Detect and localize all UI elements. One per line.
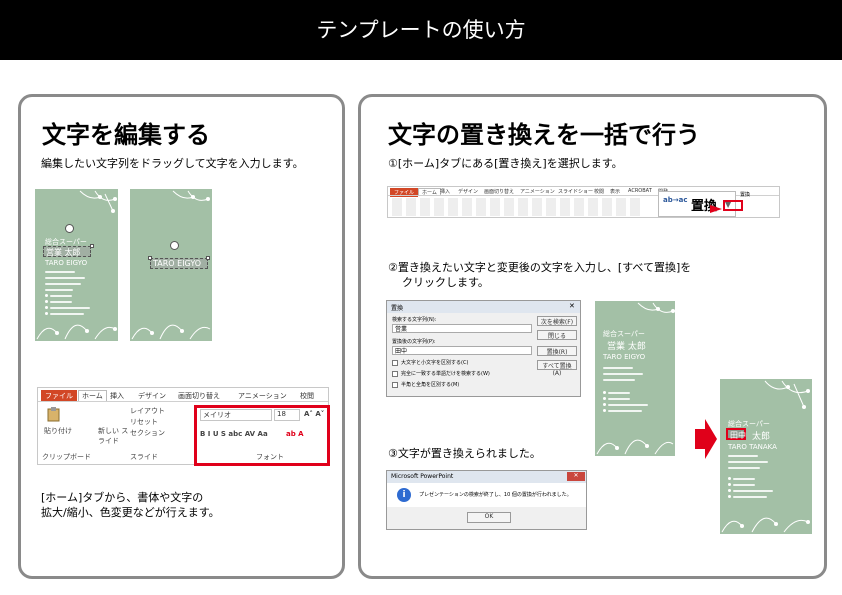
tab-design[interactable]: デザイン — [458, 188, 478, 195]
find-input[interactable] — [392, 324, 532, 333]
paste-button[interactable]: 貼り付け — [44, 426, 72, 436]
tab-animations[interactable]: アニメーション — [238, 391, 287, 401]
floral-decoration-icon — [36, 324, 117, 340]
message-box: Microsoft PowerPoint ✕ i プレゼンテーションの検索が終了… — [386, 470, 587, 530]
tab-slideshow[interactable]: スライドショー — [558, 188, 593, 195]
dialog-titlebar — [387, 301, 580, 313]
highlight-font-group — [194, 405, 330, 466]
tab-transitions[interactable]: 画面切り替え — [178, 391, 220, 401]
rotate-handle[interactable] — [170, 241, 179, 250]
note-line-2: 拡大/縮小、色変更などが行えます。 — [41, 506, 220, 519]
find-next-button[interactable]: 次を検索(F) — [537, 316, 577, 326]
selected-name-text[interactable]: 営業 太郎 — [43, 246, 91, 257]
tab-transitions[interactable]: 画面切り替え — [484, 188, 514, 195]
info-icon: i — [397, 488, 411, 502]
instruction-edit-text: 編集したい文字列をドラッグして文字を入力します。 — [41, 157, 304, 170]
step-3: ③文字が置き換えられました。 — [388, 447, 541, 460]
resize-handle[interactable] — [148, 256, 152, 260]
heading-replace-text: 文字の置き換えを一括で行う — [388, 121, 700, 149]
replace-input[interactable] — [392, 346, 532, 355]
rotate-handle[interactable] — [65, 224, 74, 233]
page-title: テンプレートの使い方 — [316, 18, 526, 42]
match-case-label: 大文字と小文字を区別する(C) — [401, 360, 469, 366]
step-2-line-1: ②置き換えたい文字と変更後の文字を入力し、[すべて置換]を — [388, 261, 692, 274]
card-dept: 総合スーパー — [603, 330, 645, 338]
card-roman: TARO EIGYO — [603, 353, 646, 361]
heading-edit-text: 文字を編集する — [42, 121, 210, 149]
tab-review[interactable]: 校閲 — [300, 391, 314, 401]
resize-handle[interactable] — [90, 244, 94, 248]
selected-roman-text[interactable]: TARO EIGYO — [150, 258, 208, 269]
card-name: 営業 太郎 — [607, 342, 646, 352]
tab-animations[interactable]: アニメーション — [520, 188, 555, 195]
business-card-editing-roman[interactable]: TARO EIGYO — [130, 189, 212, 341]
msgbox-title: Microsoft PowerPoint — [391, 473, 454, 480]
match-case-checkbox[interactable] — [392, 360, 398, 366]
tab-acrobat[interactable]: ACROBAT — [628, 188, 652, 194]
floral-decoration-icon — [637, 302, 675, 313]
dialog-title: 置換 — [391, 305, 404, 312]
floral-decoration-icon — [172, 190, 210, 201]
arrow-right-icon — [695, 419, 717, 459]
card-name-roman: TARO EIGYO — [45, 259, 88, 267]
find-label: 検索する文字列(N): — [392, 317, 437, 323]
card-name-rest: 太郎 — [752, 432, 771, 442]
replace-all-button[interactable]: すべて置換(A) — [537, 360, 577, 377]
paste-icon[interactable] — [46, 406, 62, 422]
business-card-before: 総合スーパー 営業 太郎 TARO EIGYO — [595, 301, 675, 456]
close-icon[interactable]: ✕ — [567, 472, 585, 481]
step-1: ①[ホーム]タブにある[置き換え]を選択します。 — [388, 157, 623, 170]
width-checkbox[interactable] — [392, 382, 398, 388]
note-line-1: [ホーム]タブから、書体や文字の — [41, 491, 204, 504]
panel-replace-text: 文字の置き換えを一括で行う ①[ホーム]タブにある[置き換え]を選択します。 フ… — [358, 94, 827, 579]
tab-view[interactable]: 表示 — [610, 188, 620, 195]
replace-dialog-button[interactable]: 置換(R) — [537, 346, 577, 356]
replace-icon: ab→ac — [663, 196, 688, 204]
replace-dialog: 置換 ✕ 検索する文字列(N): 置換後の文字列(P): 次を検索(F) 閉じる… — [386, 300, 581, 397]
group-clipboard: クリップボード — [42, 453, 91, 461]
ribbon-controls — [392, 198, 642, 216]
replace-label: 置換後の文字列(P): — [392, 339, 436, 345]
floral-decoration-icon — [79, 190, 117, 213]
resize-handle[interactable] — [206, 256, 210, 260]
group-slides: スライド — [130, 453, 158, 461]
floral-decoration-icon — [764, 380, 810, 409]
tab-insert[interactable]: 挿入 — [110, 391, 124, 401]
title-bar: テンプレートの使い方 — [0, 0, 842, 60]
ok-button[interactable]: OK — [467, 512, 511, 523]
arrow-right-icon — [710, 205, 722, 213]
highlight-replace-menu — [723, 200, 743, 211]
card-roman: TARO TANAKA — [728, 443, 777, 451]
step-2-line-2: クリックします。 — [402, 276, 489, 289]
layout-button[interactable]: レイアウト — [130, 406, 165, 416]
replace-menu-item[interactable]: 置換 — [740, 191, 750, 198]
msgbox-message: プレゼンテーションの検索が終了し、10 個の置換が行われました。 — [419, 492, 572, 498]
width-label: 半角と全角を区別する(M) — [401, 382, 460, 388]
close-icon[interactable]: ✕ — [569, 302, 575, 310]
tab-design[interactable]: デザイン — [138, 391, 166, 401]
panel-edit-text: 文字を編集する 編集したい文字列をドラッグして文字を入力します。 総合スーパー … — [18, 94, 345, 579]
whole-word-label: 完全に一致する単語だけを検索する(W) — [401, 371, 490, 377]
floral-decoration-icon — [721, 517, 810, 533]
new-slide-button[interactable]: 新しい スライド — [98, 426, 130, 446]
ribbon-home-replace: ファイル ホーム 挿入 デザイン 画面切り替え アニメーション スライドショー … — [387, 186, 780, 218]
whole-word-checkbox[interactable] — [392, 371, 398, 377]
close-button[interactable]: 閉じる — [537, 330, 577, 340]
reset-button[interactable]: リセット — [130, 417, 158, 427]
section-button[interactable]: セクション — [130, 428, 165, 438]
business-card-after: 総合スーパー 田中 太郎 TARO TANAKA — [720, 379, 812, 534]
tab-insert[interactable]: 挿入 — [440, 188, 450, 195]
tab-home[interactable]: ホーム — [78, 390, 107, 401]
floral-decoration-icon — [596, 439, 674, 455]
tab-review[interactable]: 校閲 — [594, 188, 604, 195]
business-card-editing[interactable]: 総合スーパー 営業 太郎 TARO EIGYO — [35, 189, 118, 341]
replaced-name-text: 田中 — [726, 428, 746, 440]
floral-decoration-icon — [131, 324, 211, 340]
